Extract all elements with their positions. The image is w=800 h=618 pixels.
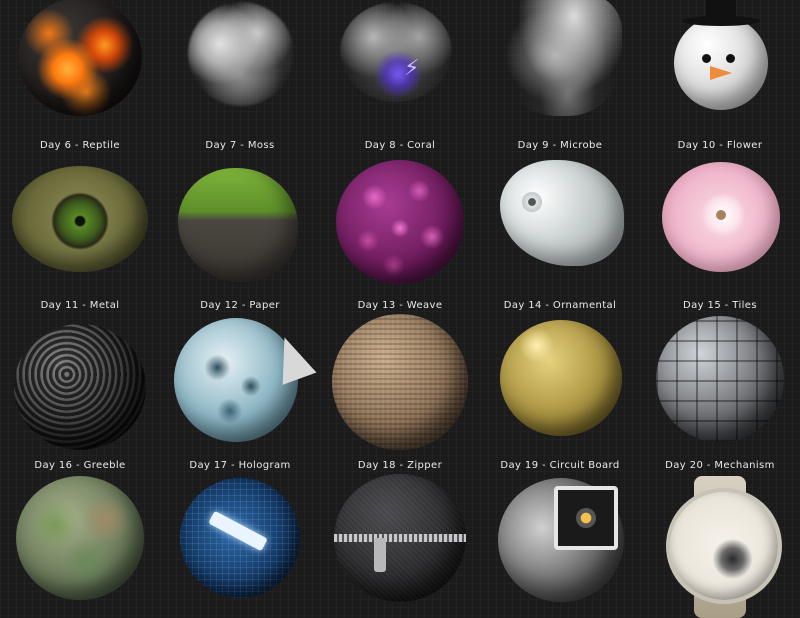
tile-day-7[interactable]: Day 7 - Moss: [160, 138, 320, 298]
tile-lava[interactable]: [0, 0, 160, 140]
tile-day-10[interactable]: Day 10 - Flower: [640, 138, 800, 298]
coral-ball-art: [336, 160, 464, 284]
storm-cloud-art: [340, 2, 452, 102]
tile-sphere-art: [656, 316, 784, 442]
bolt-cluster-art: [14, 324, 146, 450]
flower-stamen-icon: [716, 210, 726, 220]
snowman-head-art: [674, 16, 768, 110]
tile-day-12[interactable]: Day 12 - Paper: [160, 298, 320, 458]
tile-day-8[interactable]: Day 8 - Coral: [320, 138, 480, 298]
zipper-pull-icon: [374, 538, 386, 572]
lightning-icon: ⚡: [404, 56, 420, 81]
tile-day-19[interactable]: Day 19 - Circuit Board: [480, 458, 640, 618]
tile-label: Day 13 - Weave: [357, 300, 443, 311]
terrain-planet-art: [16, 476, 144, 600]
tile-day-20[interactable]: Day 20 - Mechanism: [640, 458, 800, 618]
paper-sphere-art: [174, 318, 298, 442]
tile-label: Day 10 - Flower: [677, 140, 763, 151]
tile-label: Day 6 - Reptile: [40, 140, 120, 151]
fan-hub: [576, 508, 596, 528]
tardigrade-art: [500, 160, 624, 266]
tile-day-6[interactable]: Day 6 - Reptile: [0, 138, 160, 298]
golden-snitch-art: [500, 320, 622, 436]
tile-label: Day 7 - Moss: [205, 140, 275, 151]
tile-day-9[interactable]: Day 9 - Microbe: [480, 138, 640, 298]
tile-day-15[interactable]: Day 15 - Tiles: [640, 298, 800, 458]
tile-label: Day 17 - Hologram: [189, 460, 291, 471]
tile-label: Day 19 - Circuit Board: [500, 460, 620, 471]
tile-label: Day 16 - Greeble: [34, 460, 126, 471]
microbe-eye-icon: [522, 192, 542, 212]
tile-label: Day 9 - Microbe: [517, 140, 603, 151]
woven-sphere-art: [332, 314, 468, 450]
tile-label: Day 12 - Paper: [200, 300, 280, 311]
tile-label: Day 20 - Mechanism: [665, 460, 775, 471]
tile-label: Day 8 - Coral: [364, 140, 436, 151]
tile-day-13[interactable]: Day 13 - Weave: [320, 298, 480, 458]
tile-smoke[interactable]: [160, 0, 320, 140]
daily-render-grid: ⚡ Day 6 - Reptile Day 7 - Moss Day 8 - C…: [0, 0, 800, 618]
zipper-track: [334, 534, 466, 542]
tile-snowman[interactable]: [640, 0, 800, 140]
tile-label: Day 18 - Zipper: [357, 460, 443, 471]
tile-day-16[interactable]: Day 16 - Greeble: [0, 458, 160, 618]
reptile-eye-art: [12, 166, 148, 272]
tile-day-14[interactable]: Day 14 - Ornamental: [480, 298, 640, 458]
tile-label: Day 14 - Ornamental: [503, 300, 617, 311]
smoke-cloud-art: [188, 2, 294, 106]
tornado-art: [502, 0, 622, 116]
lava-sphere-art: [18, 0, 142, 116]
coal-eye-right: [726, 54, 735, 63]
hat-brim: [682, 16, 760, 26]
tile-tornado[interactable]: [480, 0, 640, 140]
tile-storm[interactable]: ⚡: [320, 0, 480, 140]
tile-label: Day 15 - Tiles: [683, 300, 757, 311]
tile-day-17[interactable]: Day 17 - Hologram: [160, 458, 320, 618]
carrot-nose-icon: [710, 66, 732, 80]
tile-day-18[interactable]: Day 18 - Zipper: [320, 458, 480, 618]
tile-label: Day 11 - Metal: [40, 300, 120, 311]
coal-eye-left: [702, 54, 711, 63]
moss-rock-art: [178, 168, 298, 282]
wristwatch-art: [666, 488, 782, 604]
tile-day-11[interactable]: Day 11 - Metal: [0, 298, 160, 458]
